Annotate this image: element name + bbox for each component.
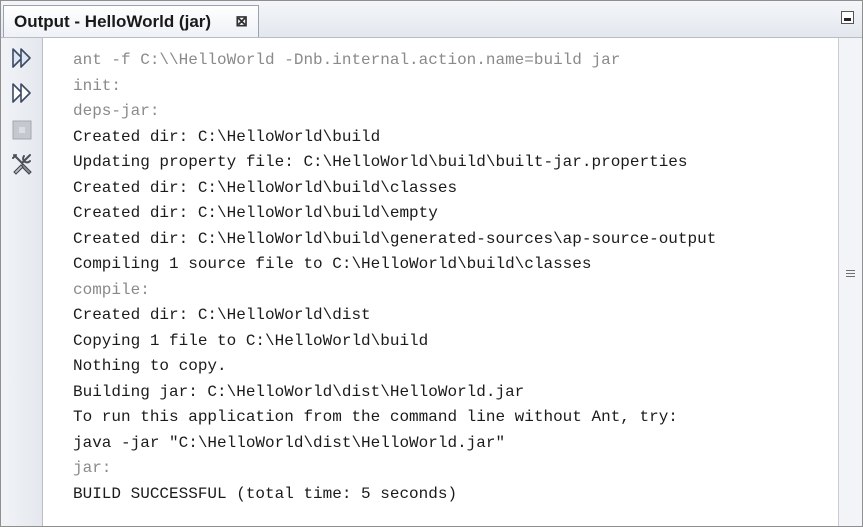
output-line: Compiling 1 source file to C:\HelloWorld… bbox=[73, 255, 592, 273]
double-play-outline-icon bbox=[12, 83, 31, 103]
output-line: Created dir: C:\HelloWorld\build\empty bbox=[73, 204, 438, 222]
stop-button[interactable] bbox=[10, 118, 34, 142]
output-line: Created dir: C:\HelloWorld\dist bbox=[73, 306, 371, 324]
double-play-icon bbox=[12, 48, 31, 68]
output-line: ant -f C:\\HelloWorld -Dnb.internal.acti… bbox=[73, 51, 621, 69]
output-lines: ant -f C:\\HelloWorld -Dnb.internal.acti… bbox=[73, 48, 716, 507]
output-line: Updating property file: C:\HelloWorld\bu… bbox=[73, 153, 688, 171]
tab-bar: Output - HelloWorld (jar) ⊠ bbox=[1, 1, 862, 38]
output-line: Building jar: C:\HelloWorld\dist\HelloWo… bbox=[73, 382, 525, 401]
output-line: compile: bbox=[73, 280, 150, 299]
output-line: BUILD SUCCESSFUL (total time: 5 seconds) bbox=[73, 484, 458, 503]
minimize-button[interactable] bbox=[841, 11, 854, 24]
output-line: Nothing to copy. bbox=[73, 357, 227, 375]
output-window: Output - HelloWorld (jar) ⊠ ant -f C:\\H… bbox=[0, 0, 863, 527]
stop-icon bbox=[12, 120, 32, 140]
tab-title: Output - HelloWorld (jar) bbox=[14, 12, 212, 31]
output-line: init: bbox=[73, 76, 122, 95]
tab-output-helloworld[interactable]: Output - HelloWorld (jar) ⊠ bbox=[3, 5, 259, 37]
output-line: jar: bbox=[73, 459, 112, 477]
output-toolbar bbox=[1, 38, 43, 526]
output-line: To run this application from the command… bbox=[73, 408, 678, 426]
output-text-area[interactable]: ant -f C:\\HelloWorld -Dnb.internal.acti… bbox=[43, 38, 838, 526]
output-line: Copying 1 file to C:\HelloWorld\build bbox=[73, 331, 429, 350]
rerun-with-different-parameters-button[interactable] bbox=[10, 81, 34, 105]
tools-icon bbox=[12, 154, 32, 175]
output-line: Created dir: C:\HelloWorld\build\classes bbox=[73, 178, 458, 197]
rerun-button[interactable] bbox=[10, 46, 34, 70]
settings-button[interactable] bbox=[10, 152, 34, 176]
vertical-scrollbar[interactable] bbox=[838, 38, 862, 526]
output-line: java -jar "C:\HelloWorld\dist\HelloWorld… bbox=[73, 433, 506, 452]
scrollbar-grip-icon[interactable] bbox=[846, 270, 855, 279]
output-line: deps-jar: bbox=[73, 102, 160, 120]
output-line: Created dir: C:\HelloWorld\build\generat… bbox=[73, 229, 717, 248]
output-line: Created dir: C:\HelloWorld\build bbox=[73, 127, 381, 146]
close-icon[interactable]: ⊠ bbox=[235, 12, 248, 30]
